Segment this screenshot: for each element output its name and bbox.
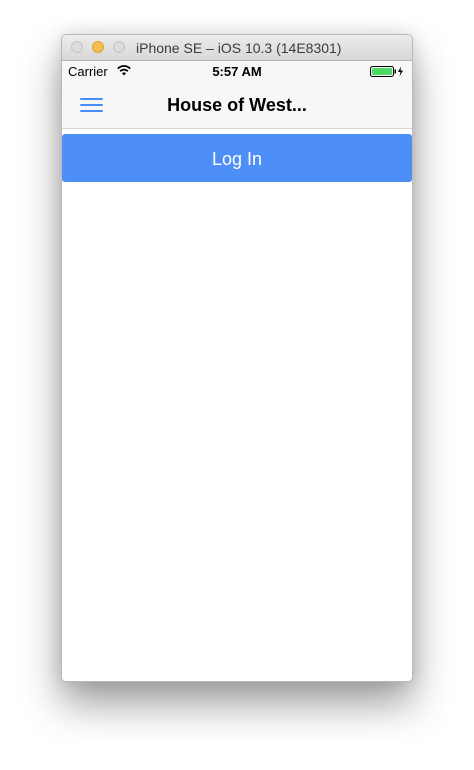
close-window-button[interactable] [71,41,83,53]
screen: iPhone SE – iOS 10.3 (14E8301) Carrier 5… [0,0,474,770]
main-content: Log In [62,129,412,681]
window-title: iPhone SE – iOS 10.3 (14E8301) [136,40,342,56]
zoom-window-button[interactable] [113,41,125,53]
navigation-bar: House of West... [62,81,412,129]
window-titlebar: iPhone SE – iOS 10.3 (14E8301) [62,35,412,61]
status-bar: Carrier 5:57 AM [62,61,412,81]
minimize-window-button[interactable] [92,41,104,53]
status-time: 5:57 AM [212,64,262,79]
nav-title: House of West... [167,95,307,115]
battery-charging-icon [370,66,403,77]
simulator-window: iPhone SE – iOS 10.3 (14E8301) Carrier 5… [61,34,413,682]
login-button[interactable]: Log In [62,134,412,182]
